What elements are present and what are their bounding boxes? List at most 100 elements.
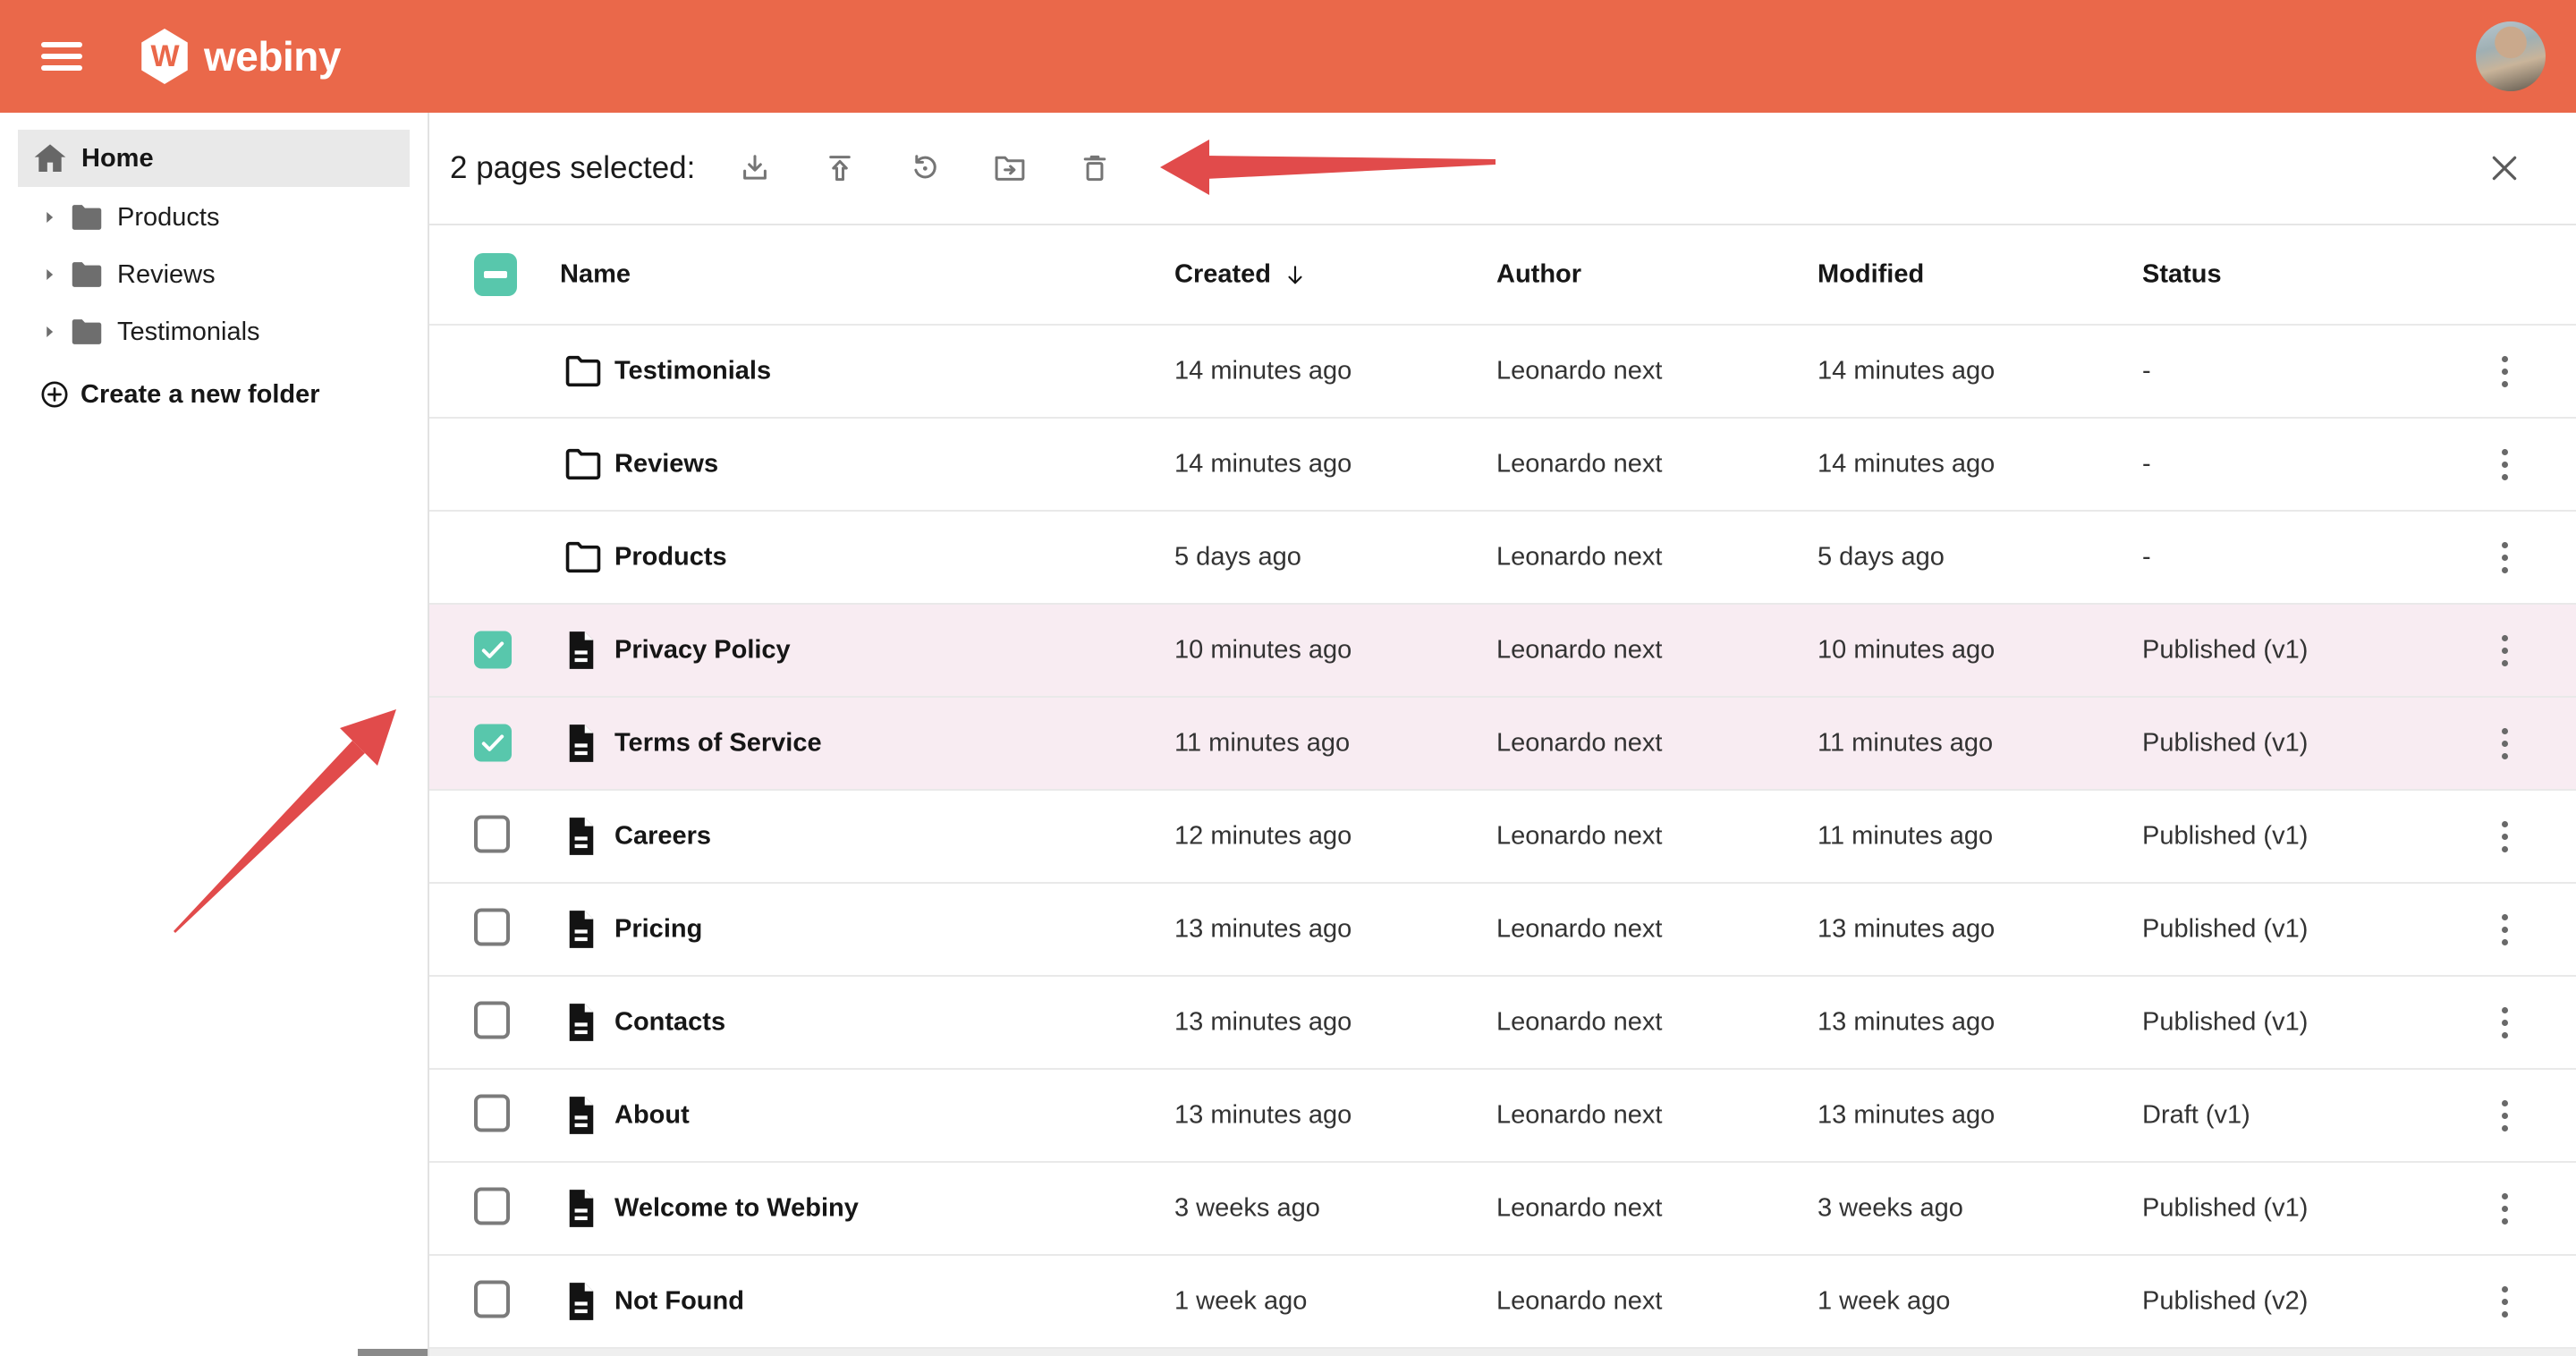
- row-modified: 14 minutes ago: [1818, 450, 1995, 479]
- sidebar-home-label: Home: [81, 144, 154, 174]
- row-created: 1 week ago: [1174, 1287, 1307, 1317]
- row-author: Leonardo next: [1496, 543, 1662, 572]
- row-checkbox[interactable]: [474, 1002, 510, 1039]
- row-name-link[interactable]: About: [614, 1101, 690, 1131]
- sidebar-item-home[interactable]: Home: [18, 130, 410, 187]
- table-row[interactable]: Privacy Policy10 minutes agoLeonardo nex…: [429, 605, 2576, 698]
- row-status: Published (v1): [2142, 915, 2308, 945]
- row-modified: 5 days ago: [1818, 543, 1945, 572]
- export-icon[interactable]: [738, 151, 772, 185]
- table-row[interactable]: Testimonials14 minutes agoLeonardo next1…: [429, 326, 2576, 419]
- chevron-right-icon[interactable]: [39, 208, 59, 227]
- select-all-checkbox[interactable]: [474, 253, 517, 296]
- table-row[interactable]: Reviews14 minutes agoLeonardo next14 min…: [429, 419, 2576, 512]
- document-icon: [564, 816, 599, 857]
- row-checkbox-checked[interactable]: [474, 631, 512, 669]
- row-menu-button[interactable]: [2478, 623, 2531, 677]
- document-icon: [564, 1188, 599, 1229]
- move-to-folder-icon[interactable]: [993, 151, 1027, 185]
- column-header-status[interactable]: Status: [2142, 260, 2222, 290]
- column-header-created[interactable]: Created: [1174, 260, 1309, 290]
- sidebar-folder-testimonials[interactable]: Testimonials: [0, 303, 428, 360]
- chevron-right-icon[interactable]: [39, 265, 59, 284]
- row-name-link[interactable]: Careers: [614, 822, 711, 852]
- column-header-name[interactable]: Name: [560, 260, 631, 290]
- row-menu-button[interactable]: [2478, 903, 2531, 956]
- table-row[interactable]: Products 5 days ago Leonardo next 5 days ag…: [429, 512, 2576, 605]
- selection-actions: [738, 151, 1112, 185]
- close-icon[interactable]: [2487, 150, 2522, 186]
- row-menu-button[interactable]: [2478, 716, 2531, 770]
- table-row[interactable]: Welcome to Webiny3 weeks agoLeonardo nex…: [429, 1163, 2576, 1256]
- document-icon: [564, 1002, 599, 1043]
- row-name-link[interactable]: Pricing: [614, 915, 702, 945]
- column-header-modified[interactable]: Modified: [1818, 260, 1924, 290]
- row-checkbox[interactable]: [474, 909, 510, 946]
- row-checkbox-checked[interactable]: [474, 725, 512, 762]
- user-avatar[interactable]: [2476, 21, 2546, 91]
- row-created: 13 minutes ago: [1174, 915, 1352, 945]
- delete-icon[interactable]: [1078, 151, 1112, 185]
- row-checkbox[interactable]: [474, 816, 510, 853]
- brand-wordmark: webiny: [204, 32, 341, 81]
- folder-tree: ProductsReviewsTestimonials: [0, 189, 428, 360]
- row-menu-button[interactable]: [2478, 809, 2531, 863]
- table-row[interactable]: Terms of Service11 minutes agoLeonardo n…: [429, 698, 2576, 791]
- row-name-link[interactable]: Products: [614, 543, 727, 572]
- row-modified: 13 minutes ago: [1818, 915, 1995, 945]
- table-row[interactable]: Contacts13 minutes agoLeonardo next13 mi…: [429, 977, 2576, 1070]
- row-name-link[interactable]: Contacts: [614, 1008, 725, 1038]
- restore-icon[interactable]: [908, 151, 942, 185]
- webiny-admin-app: W webiny Home ProductsReviewsTestimonial…: [0, 0, 2576, 1356]
- row-menu-button[interactable]: [2478, 1275, 2531, 1328]
- row-author: Leonardo next: [1496, 1287, 1662, 1317]
- row-status: Published (v1): [2142, 729, 2308, 759]
- webiny-logo[interactable]: W webiny: [140, 29, 341, 84]
- folder-icon: [564, 353, 603, 389]
- row-name-link[interactable]: Not Found: [614, 1287, 744, 1317]
- hamburger-menu-icon[interactable]: [41, 42, 82, 71]
- row-modified: 14 minutes ago: [1818, 357, 1995, 386]
- sidebar-scrollbar[interactable]: [358, 1349, 428, 1356]
- row-menu-button[interactable]: [2478, 530, 2531, 584]
- row-created: 10 minutes ago: [1174, 636, 1352, 665]
- table-row[interactable]: About 13 minutes ago Leonardo next 13 minut…: [429, 1070, 2576, 1163]
- row-menu-button[interactable]: [2478, 1089, 2531, 1142]
- table-row[interactable]: Careers12 minutes agoLeonardo next11 min…: [429, 791, 2576, 884]
- selection-toolbar: 2 pages selected:: [429, 113, 2576, 225]
- row-author: Leonardo next: [1496, 1101, 1662, 1131]
- row-created: 5 days ago: [1174, 543, 1301, 572]
- create-folder-button[interactable]: Create a new folder: [0, 366, 326, 423]
- sidebar-folder-products[interactable]: Products: [0, 189, 428, 246]
- column-header-author[interactable]: Author: [1496, 260, 1581, 290]
- row-created: 13 minutes ago: [1174, 1101, 1352, 1131]
- row-author: Leonardo next: [1496, 357, 1662, 386]
- row-checkbox[interactable]: [474, 1281, 510, 1318]
- row-name-link[interactable]: Testimonials: [614, 357, 771, 386]
- chevron-right-icon[interactable]: [39, 322, 59, 342]
- row-name-link[interactable]: Reviews: [614, 450, 718, 479]
- row-status: Published (v1): [2142, 1008, 2308, 1038]
- top-bar: W webiny: [0, 0, 2576, 113]
- row-checkbox[interactable]: [474, 1095, 510, 1132]
- row-created: 14 minutes ago: [1174, 450, 1352, 479]
- row-modified: 13 minutes ago: [1818, 1101, 1995, 1131]
- row-menu-button[interactable]: [2478, 437, 2531, 491]
- row-menu-button[interactable]: [2478, 344, 2531, 398]
- row-name-link[interactable]: Privacy Policy: [614, 636, 791, 665]
- row-author: Leonardo next: [1496, 729, 1662, 759]
- row-menu-button[interactable]: [2478, 996, 2531, 1049]
- publish-icon[interactable]: [823, 151, 857, 185]
- row-modified: 13 minutes ago: [1818, 1008, 1995, 1038]
- row-name-link[interactable]: Welcome to Webiny: [614, 1194, 859, 1224]
- row-menu-button[interactable]: [2478, 1182, 2531, 1235]
- table-row[interactable]: Pricing13 minutes agoLeonardo next13 min…: [429, 884, 2576, 977]
- row-modified: 10 minutes ago: [1818, 636, 1995, 665]
- folder-icon: [564, 446, 603, 482]
- row-author: Leonardo next: [1496, 1008, 1662, 1038]
- row-checkbox[interactable]: [474, 1188, 510, 1225]
- row-name-link[interactable]: Terms of Service: [614, 729, 822, 759]
- sidebar-folder-reviews[interactable]: Reviews: [0, 246, 428, 303]
- row-status: Published (v1): [2142, 822, 2308, 852]
- table-row[interactable]: Not Found1 week agoLeonardo next1 week a…: [429, 1256, 2576, 1349]
